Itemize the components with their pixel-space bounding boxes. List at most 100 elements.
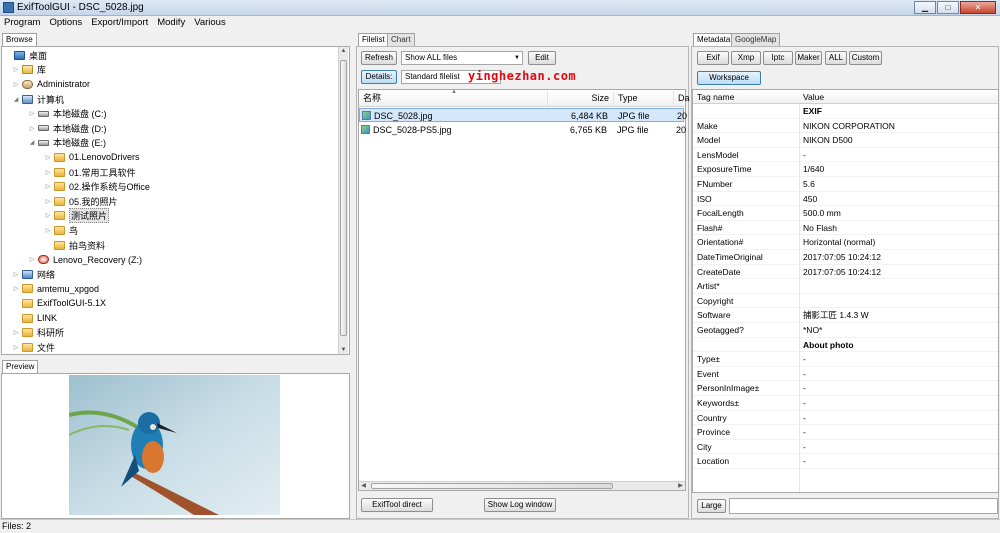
metadata-row[interactable]: LensModel - bbox=[693, 148, 998, 163]
tree-item[interactable]: ExifToolGUI-5.1X bbox=[12, 296, 106, 311]
details-button[interactable]: Details: bbox=[361, 70, 397, 84]
exiftool-direct-button[interactable]: ExifTool direct bbox=[361, 498, 433, 512]
tree-item[interactable]: 桌面 bbox=[4, 48, 47, 63]
file-row[interactable]: DSC_5028.jpg 6,484 KB JPG file 20 bbox=[359, 108, 687, 122]
metadata-row[interactable]: FNumber 5.6 bbox=[693, 177, 998, 192]
metadata-row[interactable]: Location - bbox=[693, 454, 998, 469]
menu-modify[interactable]: Modify bbox=[157, 16, 185, 30]
chevron-down-icon[interactable]: ▼ bbox=[514, 52, 520, 64]
menu-various[interactable]: Various bbox=[194, 16, 226, 30]
tree-scrollbar[interactable]: ▲ ▼ bbox=[338, 47, 348, 354]
metadata-row[interactable]: Country - bbox=[693, 411, 998, 426]
col-type[interactable]: Type bbox=[614, 91, 674, 107]
metadata-row[interactable]: Make NIKON CORPORATION bbox=[693, 119, 998, 134]
filelist-scroll-thumb[interactable] bbox=[371, 483, 613, 489]
col-tag-name[interactable]: Tag name bbox=[697, 90, 734, 104]
expand-arrow-icon[interactable]: ▷ bbox=[12, 285, 20, 292]
expand-arrow-icon[interactable]: ▷ bbox=[12, 81, 20, 88]
metadata-row[interactable]: Province - bbox=[693, 425, 998, 440]
tab-chart[interactable]: Chart bbox=[387, 33, 415, 46]
col-date[interactable]: Da bbox=[674, 91, 690, 107]
menu-options[interactable]: Options bbox=[49, 16, 82, 30]
tree-item[interactable]: ▷ 02.操作系统与Office bbox=[44, 179, 150, 194]
expand-arrow-icon[interactable]: ▷ bbox=[44, 154, 52, 161]
metadata-row[interactable]: Keywords± - bbox=[693, 396, 998, 411]
expand-arrow-icon[interactable]: ▷ bbox=[44, 183, 52, 190]
expand-arrow-icon[interactable]: ▷ bbox=[28, 256, 36, 263]
tree-item[interactable]: ▷ 05.我的照片 bbox=[44, 194, 118, 209]
tree-item[interactable]: LINK bbox=[12, 311, 57, 326]
metadata-group-row[interactable]: About photo bbox=[693, 338, 998, 353]
tree-item[interactable]: ▷ 文件 bbox=[12, 340, 55, 354]
expand-arrow-icon[interactable]: ▷ bbox=[44, 169, 52, 176]
tree-item[interactable]: ▷ 测试照片 bbox=[44, 208, 110, 224]
metadata-group-row[interactable]: EXIF bbox=[693, 104, 998, 119]
scroll-left-icon[interactable]: ◀ bbox=[359, 482, 368, 489]
show-log-button[interactable]: Show Log window bbox=[484, 498, 556, 512]
menu-program[interactable]: Program bbox=[4, 16, 40, 30]
col-size[interactable]: Size bbox=[548, 91, 614, 107]
tree-scroll-thumb[interactable] bbox=[340, 60, 347, 336]
tree-item[interactable]: ▷ 01.常用工具软件 bbox=[44, 165, 136, 180]
file-row[interactable]: DSC_5028-PS5.jpg 6,765 KB JPG file 20 bbox=[359, 123, 686, 137]
tab-metadata[interactable]: Metadata bbox=[693, 33, 735, 47]
tree-item[interactable]: ▷ 库 bbox=[12, 63, 46, 78]
tree-item[interactable]: ▷ 本地磁盘 (D:) bbox=[28, 121, 107, 136]
maker-button[interactable]: Maker bbox=[795, 51, 822, 65]
workspace-button[interactable]: Workspace bbox=[697, 71, 761, 85]
tree-item[interactable]: ▷ Administrator bbox=[12, 77, 90, 92]
expand-arrow-icon[interactable]: ▷ bbox=[44, 227, 52, 234]
filelist-hscrollbar[interactable]: ◀ ▶ bbox=[359, 481, 685, 490]
metadata-row[interactable]: Type± - bbox=[693, 352, 998, 367]
tree-item[interactable]: ◢ 本地磁盘 (E:) bbox=[28, 136, 106, 151]
metadata-row[interactable]: Geotagged? *NO* bbox=[693, 323, 998, 338]
expand-arrow-icon[interactable]: ▷ bbox=[28, 110, 36, 117]
file-filter-select[interactable]: Show ALL files ▼ bbox=[401, 51, 523, 65]
iptc-button[interactable]: Iptc bbox=[763, 51, 793, 65]
metadata-row[interactable]: Model NIKON D500 bbox=[693, 133, 998, 148]
close-button[interactable]: ✕ bbox=[960, 1, 996, 14]
metadata-row[interactable]: DateTimeOriginal 2017:07:05 10:24:12 bbox=[693, 250, 998, 265]
expand-arrow-icon[interactable]: ▷ bbox=[12, 66, 20, 73]
collapse-arrow-icon[interactable]: ◢ bbox=[28, 139, 36, 146]
metadata-row[interactable]: Copyright bbox=[693, 294, 998, 309]
metadata-row[interactable]: ISO 450 bbox=[693, 192, 998, 207]
all-button[interactable]: ALL bbox=[825, 51, 847, 65]
tree-item[interactable]: ▷ 科研所 bbox=[12, 325, 64, 340]
metadata-row[interactable]: City - bbox=[693, 440, 998, 455]
maximize-button[interactable]: □ bbox=[937, 1, 959, 14]
metadata-row[interactable]: Orientation# Horizontal (normal) bbox=[693, 235, 998, 250]
metadata-row[interactable]: CreateDate 2017:07:05 10:24:12 bbox=[693, 265, 998, 280]
metadata-row[interactable]: ExposureTime 1/640 bbox=[693, 162, 998, 177]
col-value[interactable]: Value bbox=[803, 90, 824, 104]
expand-arrow-icon[interactable]: ▷ bbox=[44, 198, 52, 205]
tab-filelist[interactable]: Filelist bbox=[358, 33, 389, 47]
tree-item[interactable]: ▷ amtemu_xpgod bbox=[12, 282, 99, 297]
collapse-arrow-icon[interactable]: ◢ bbox=[12, 96, 20, 103]
metadata-row[interactable]: Artist* bbox=[693, 279, 998, 294]
refresh-button[interactable]: Refresh bbox=[361, 51, 397, 65]
metadata-row[interactable]: Software 捕影工匠 1.4.3 W bbox=[693, 308, 998, 323]
tree-item[interactable]: 拍鸟资料 bbox=[44, 238, 105, 253]
tree-item[interactable]: ▷ Lenovo_Recovery (Z:) bbox=[28, 252, 142, 267]
expand-arrow-icon[interactable]: ▷ bbox=[28, 125, 36, 132]
tab-preview[interactable]: Preview bbox=[2, 360, 39, 374]
tree-item[interactable]: ▷ 鸟 bbox=[44, 223, 78, 238]
metadata-row[interactable]: PersonInImage± - bbox=[693, 381, 998, 396]
metadata-row[interactable]: FocalLength 500.0 mm bbox=[693, 206, 998, 221]
expand-arrow-icon[interactable]: ▷ bbox=[44, 212, 52, 219]
menu-export-import[interactable]: Export/Import bbox=[91, 16, 148, 30]
edit-button[interactable]: Edit bbox=[528, 51, 556, 65]
minimize-button[interactable]: ▁ bbox=[914, 1, 936, 14]
metadata-row[interactable]: Event - bbox=[693, 367, 998, 382]
tab-browse[interactable]: Browse bbox=[2, 33, 37, 47]
tab-googlemap[interactable]: GoogleMap bbox=[731, 33, 781, 46]
tree-item[interactable]: ▷ 01.LenovoDrivers bbox=[44, 150, 140, 165]
tree-item[interactable]: ▷ 网络 bbox=[12, 267, 55, 282]
scroll-down-icon[interactable]: ▼ bbox=[339, 347, 348, 353]
metadata-edit-field[interactable] bbox=[729, 498, 998, 514]
metadata-row[interactable]: Flash# No Flash bbox=[693, 221, 998, 236]
expand-arrow-icon[interactable]: ▷ bbox=[12, 329, 20, 336]
tree-item[interactable]: ▷ 本地磁盘 (C:) bbox=[28, 106, 107, 121]
exif-button[interactable]: Exif bbox=[697, 51, 729, 65]
